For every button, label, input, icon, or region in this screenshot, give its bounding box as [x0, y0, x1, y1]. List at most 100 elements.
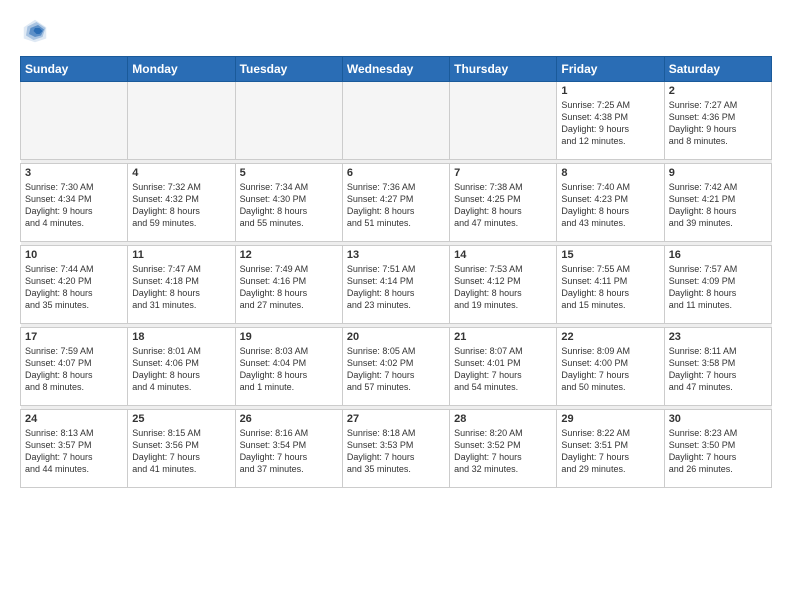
header	[20, 16, 772, 46]
day-info: Sunrise: 8:20 AM Sunset: 3:52 PM Dayligh…	[454, 427, 552, 476]
day-info: Sunrise: 8:22 AM Sunset: 3:51 PM Dayligh…	[561, 427, 659, 476]
day-number: 23	[669, 331, 767, 343]
calendar-cell: 1Sunrise: 7:25 AM Sunset: 4:38 PM Daylig…	[557, 82, 664, 160]
week-row-3: 17 Sunrise: 7:59 AM Sunset: 4:07 PM Dayli…	[21, 328, 772, 406]
day-info: Sunrise: 7:59 AM Sunset: 4:07 PM Dayligh…	[25, 345, 123, 394]
calendar-cell: 26 Sunrise: 8:16 AM Sunset: 3:54 PM Dayli…	[235, 410, 342, 488]
day-number: 1	[561, 85, 659, 97]
calendar-cell: 16 Sunrise: 7:57 AM Sunset: 4:09 PM Dayli…	[664, 246, 771, 324]
calendar-cell: 21 Sunrise: 8:07 AM Sunset: 4:01 PM Dayli…	[450, 328, 557, 406]
calendar-cell: 14 Sunrise: 7:53 AM Sunset: 4:12 PM Dayli…	[450, 246, 557, 324]
day-info: Sunrise: 7:47 AM Sunset: 4:18 PM Dayligh…	[132, 263, 230, 312]
week-row-1: 3 Sunrise: 7:30 AM Sunset: 4:34 PM Daylig…	[21, 164, 772, 242]
day-number: 18	[132, 331, 230, 343]
day-number: 13	[347, 249, 445, 261]
day-info: Sunrise: 7:49 AM Sunset: 4:16 PM Dayligh…	[240, 263, 338, 312]
calendar-cell: 7 Sunrise: 7:38 AM Sunset: 4:25 PM Daylig…	[450, 164, 557, 242]
day-info: Sunrise: 7:32 AM Sunset: 4:32 PM Dayligh…	[132, 181, 230, 230]
calendar-cell: 11Sunrise: 7:47 AM Sunset: 4:18 PM Dayli…	[128, 246, 235, 324]
week-row-0: 1Sunrise: 7:25 AM Sunset: 4:38 PM Daylig…	[21, 82, 772, 160]
calendar-cell: 4 Sunrise: 7:32 AM Sunset: 4:32 PM Daylig…	[128, 164, 235, 242]
calendar-cell: 27Sunrise: 8:18 AM Sunset: 3:53 PM Dayli…	[342, 410, 449, 488]
day-info: Sunrise: 8:05 AM Sunset: 4:02 PM Dayligh…	[347, 345, 445, 394]
weekday-header-friday: Friday	[557, 57, 664, 82]
page: SundayMondayTuesdayWednesdayThursdayFrid…	[0, 0, 792, 612]
day-info: Sunrise: 7:30 AM Sunset: 4:34 PM Dayligh…	[25, 181, 123, 230]
calendar-cell: 15Sunrise: 7:55 AM Sunset: 4:11 PM Dayli…	[557, 246, 664, 324]
day-number: 5	[240, 167, 338, 179]
day-info: Sunrise: 7:57 AM Sunset: 4:09 PM Dayligh…	[669, 263, 767, 312]
calendar-cell: 28 Sunrise: 8:20 AM Sunset: 3:52 PM Dayli…	[450, 410, 557, 488]
calendar-cell: 18 Sunrise: 8:01 AM Sunset: 4:06 PM Dayli…	[128, 328, 235, 406]
weekday-header-wednesday: Wednesday	[342, 57, 449, 82]
day-number: 10	[25, 249, 123, 261]
calendar-cell: 10 Sunrise: 7:44 AM Sunset: 4:20 PM Dayli…	[21, 246, 128, 324]
day-number: 21	[454, 331, 552, 343]
day-info: Sunrise: 8:11 AM Sunset: 3:58 PM Dayligh…	[669, 345, 767, 394]
logo	[20, 16, 54, 46]
day-number: 26	[240, 413, 338, 425]
day-number: 6	[347, 167, 445, 179]
calendar-cell	[21, 82, 128, 160]
weekday-header-row: SundayMondayTuesdayWednesdayThursdayFrid…	[21, 57, 772, 82]
day-info: Sunrise: 8:23 AM Sunset: 3:50 PM Dayligh…	[669, 427, 767, 476]
calendar-cell: 8 Sunrise: 7:40 AM Sunset: 4:23 PM Daylig…	[557, 164, 664, 242]
day-info: Sunrise: 7:38 AM Sunset: 4:25 PM Dayligh…	[454, 181, 552, 230]
day-info: Sunrise: 8:09 AM Sunset: 4:00 PM Dayligh…	[561, 345, 659, 394]
day-number: 20	[347, 331, 445, 343]
logo-icon	[20, 16, 50, 46]
day-number: 17	[25, 331, 123, 343]
day-number: 14	[454, 249, 552, 261]
weekday-header-saturday: Saturday	[664, 57, 771, 82]
day-number: 29	[561, 413, 659, 425]
calendar-cell	[450, 82, 557, 160]
day-info: Sunrise: 8:03 AM Sunset: 4:04 PM Dayligh…	[240, 345, 338, 394]
calendar-cell: 5 Sunrise: 7:34 AM Sunset: 4:30 PM Daylig…	[235, 164, 342, 242]
calendar-cell: 20 Sunrise: 8:05 AM Sunset: 4:02 PM Dayli…	[342, 328, 449, 406]
week-row-4: 24 Sunrise: 8:13 AM Sunset: 3:57 PM Dayli…	[21, 410, 772, 488]
day-info: Sunrise: 7:53 AM Sunset: 4:12 PM Dayligh…	[454, 263, 552, 312]
calendar-cell: 23 Sunrise: 8:11 AM Sunset: 3:58 PM Dayli…	[664, 328, 771, 406]
day-info: Sunrise: 7:44 AM Sunset: 4:20 PM Dayligh…	[25, 263, 123, 312]
calendar-cell: 13 Sunrise: 7:51 AM Sunset: 4:14 PM Dayli…	[342, 246, 449, 324]
day-info: Sunrise: 8:13 AM Sunset: 3:57 PM Dayligh…	[25, 427, 123, 476]
calendar-cell: 17 Sunrise: 7:59 AM Sunset: 4:07 PM Dayli…	[21, 328, 128, 406]
calendar-cell: 3 Sunrise: 7:30 AM Sunset: 4:34 PM Daylig…	[21, 164, 128, 242]
day-info: Sunrise: 8:01 AM Sunset: 4:06 PM Dayligh…	[132, 345, 230, 394]
day-number: 7	[454, 167, 552, 179]
calendar-cell: 29 Sunrise: 8:22 AM Sunset: 3:51 PM Dayli…	[557, 410, 664, 488]
calendar-cell: 6 Sunrise: 7:36 AM Sunset: 4:27 PM Daylig…	[342, 164, 449, 242]
day-number: 24	[25, 413, 123, 425]
day-number: 25	[132, 413, 230, 425]
day-info: Sunrise: 7:34 AM Sunset: 4:30 PM Dayligh…	[240, 181, 338, 230]
calendar-cell	[235, 82, 342, 160]
weekday-header-tuesday: Tuesday	[235, 57, 342, 82]
calendar: SundayMondayTuesdayWednesdayThursdayFrid…	[20, 56, 772, 488]
calendar-cell	[128, 82, 235, 160]
day-number: 3	[25, 167, 123, 179]
day-info: Sunrise: 7:40 AM Sunset: 4:23 PM Dayligh…	[561, 181, 659, 230]
calendar-cell: 24 Sunrise: 8:13 AM Sunset: 3:57 PM Dayli…	[21, 410, 128, 488]
day-info: Sunrise: 7:27 AM Sunset: 4:36 PM Dayligh…	[669, 99, 767, 148]
calendar-cell: 22 Sunrise: 8:09 AM Sunset: 4:00 PM Dayli…	[557, 328, 664, 406]
day-number: 19	[240, 331, 338, 343]
day-info: Sunrise: 8:16 AM Sunset: 3:54 PM Dayligh…	[240, 427, 338, 476]
day-info: Sunrise: 7:42 AM Sunset: 4:21 PM Dayligh…	[669, 181, 767, 230]
day-info: Sunrise: 8:07 AM Sunset: 4:01 PM Dayligh…	[454, 345, 552, 394]
day-info: Sunrise: 7:51 AM Sunset: 4:14 PM Dayligh…	[347, 263, 445, 312]
week-row-2: 10 Sunrise: 7:44 AM Sunset: 4:20 PM Dayli…	[21, 246, 772, 324]
day-info: Sunrise: 7:36 AM Sunset: 4:27 PM Dayligh…	[347, 181, 445, 230]
day-number: 28	[454, 413, 552, 425]
day-number: 27	[347, 413, 445, 425]
calendar-cell: 19 Sunrise: 8:03 AM Sunset: 4:04 PM Dayli…	[235, 328, 342, 406]
day-number: 12	[240, 249, 338, 261]
day-number: 8	[561, 167, 659, 179]
day-number: 22	[561, 331, 659, 343]
day-number: 15	[561, 249, 659, 261]
calendar-cell	[342, 82, 449, 160]
day-number: 4	[132, 167, 230, 179]
calendar-cell: 9Sunrise: 7:42 AM Sunset: 4:21 PM Daylig…	[664, 164, 771, 242]
weekday-header-monday: Monday	[128, 57, 235, 82]
day-number: 16	[669, 249, 767, 261]
weekday-header-thursday: Thursday	[450, 57, 557, 82]
